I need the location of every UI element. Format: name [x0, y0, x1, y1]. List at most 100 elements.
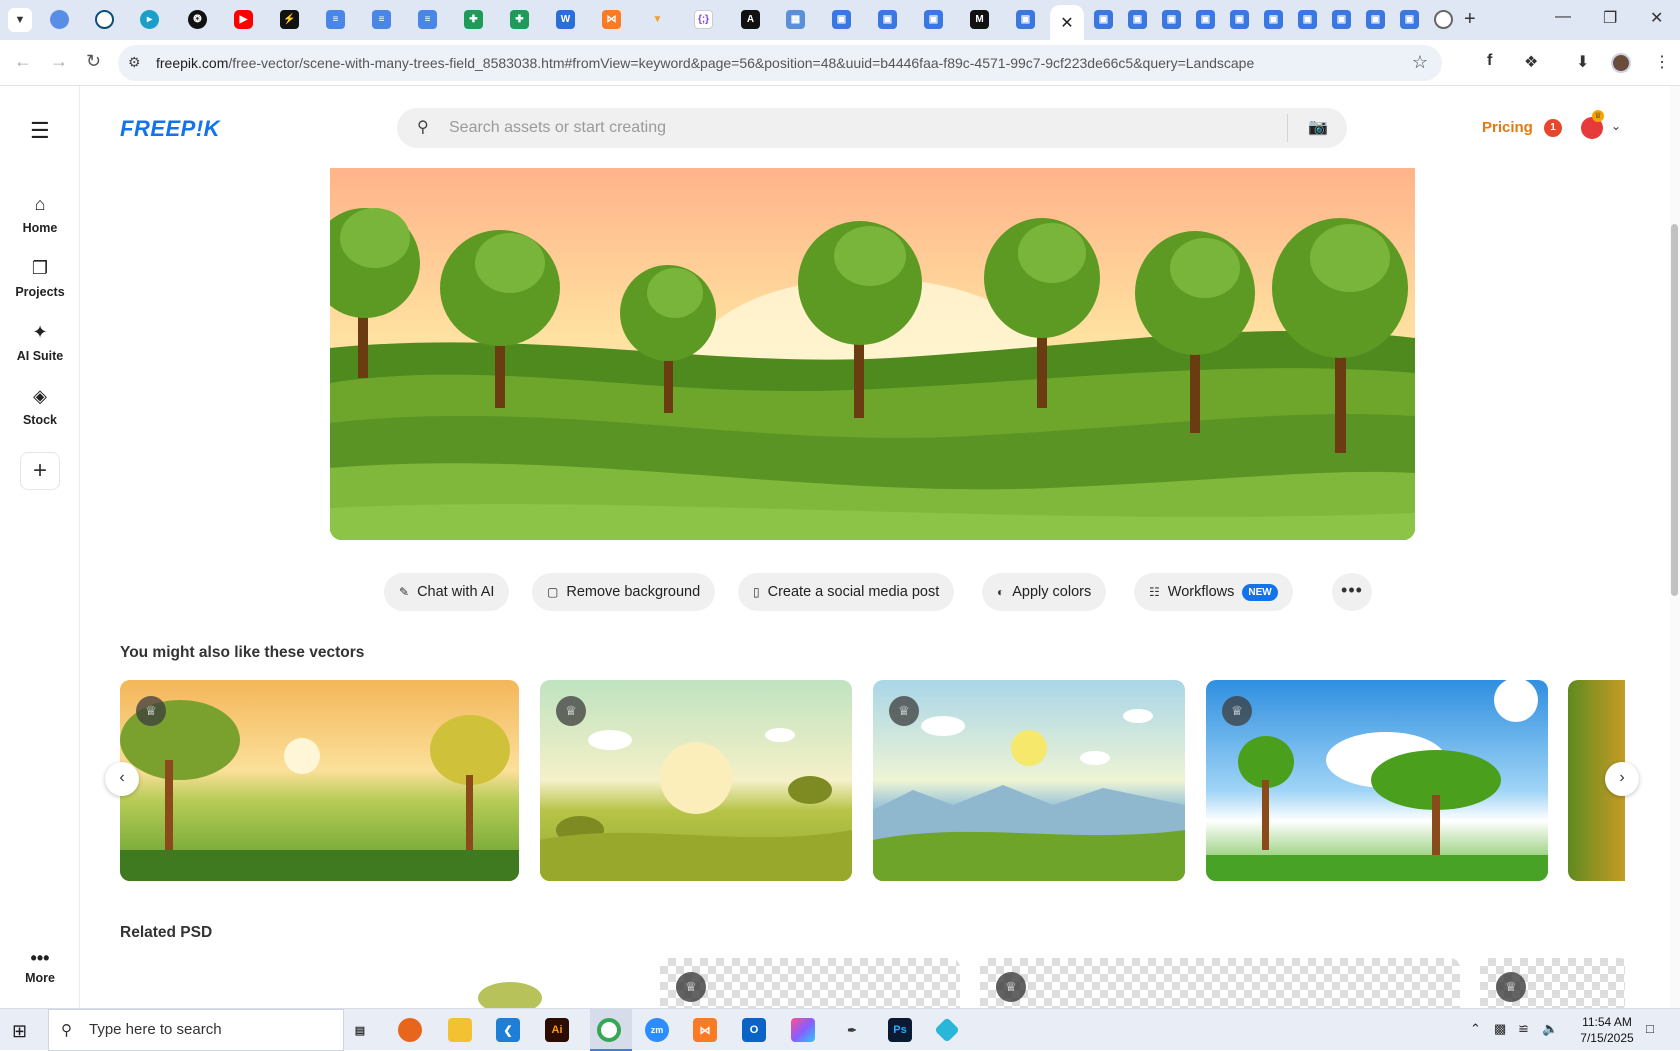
back-arrow-icon[interactable]: ← — [14, 51, 32, 72]
youtube-tab-icon[interactable]: ▶ — [234, 10, 253, 29]
vector-card[interactable]: ♕ — [120, 680, 519, 881]
bookmark-star-icon[interactable]: ☆ — [1412, 52, 1428, 73]
vector-card[interactable]: ♕ — [873, 680, 1185, 881]
freepik-logo[interactable]: FREEP!K — [120, 116, 220, 142]
firefox-icon[interactable] — [398, 1018, 422, 1042]
sheets-tab-icon[interactable]: ✚ — [464, 10, 483, 29]
medium-tab-icon[interactable]: M — [970, 10, 989, 29]
openai-tab-icon[interactable]: ❂ — [188, 10, 207, 29]
restore-icon[interactable]: ❐ — [1603, 8, 1617, 28]
carousel-next-arrow[interactable]: › — [1605, 762, 1639, 796]
new-tab-button[interactable]: + — [1464, 8, 1476, 31]
minimize-icon[interactable]: — — [1555, 8, 1571, 26]
zoom-icon[interactable]: zm — [645, 1018, 669, 1042]
extensions-puzzle-icon[interactable]: ❖ — [1524, 52, 1538, 72]
network-status-icon[interactable]: ▩ — [1494, 1021, 1506, 1037]
outlook-icon[interactable]: O — [742, 1018, 766, 1042]
forms-tab-icon[interactable]: ▣ — [878, 10, 897, 29]
forms-tab-icon[interactable]: ▣ — [1298, 10, 1317, 29]
create-social-post-button[interactable]: ▯ Create a social media post — [738, 573, 955, 611]
arrow-tab-icon[interactable]: ▸ — [140, 10, 159, 29]
chat-with-ai-button[interactable]: ✎ Chat with AI — [384, 573, 510, 611]
pen-tool-icon[interactable]: ✒ — [840, 1018, 864, 1042]
sidebar-item-more[interactable]: ••• More — [0, 948, 80, 985]
taskbar-clock[interactable]: 11:54 AM 7/15/2025 — [1562, 1014, 1652, 1046]
forms-tab-icon[interactable]: ▣ — [1128, 10, 1147, 29]
windows-start-icon[interactable]: ⊞ — [12, 1021, 27, 1042]
illustrator-icon[interactable]: Ai — [545, 1018, 569, 1042]
docs-tab-icon[interactable]: ≡ — [418, 10, 437, 29]
browser-profile-avatar[interactable] — [1611, 53, 1631, 73]
forms-tab-icon[interactable]: ▣ — [1366, 10, 1385, 29]
apply-colors-button[interactable]: ◐ Apply colors — [982, 573, 1107, 611]
bolt-tab-icon[interactable]: ⚡ — [280, 10, 299, 29]
vscode-icon[interactable]: ❮ — [496, 1018, 520, 1042]
forms-tab-icon[interactable]: ▣ — [1264, 10, 1283, 29]
psd-card[interactable]: ♕ — [980, 958, 1460, 1008]
notification-badge[interactable]: 1 — [1544, 119, 1562, 137]
chrome-icon[interactable] — [597, 1018, 621, 1042]
remove-background-button[interactable]: ▢ Remove background — [532, 573, 716, 611]
xampp-icon[interactable]: ⋈ — [693, 1018, 717, 1042]
creative-cloud-icon[interactable] — [791, 1018, 815, 1042]
forms-tab-icon[interactable]: ▣ — [1162, 10, 1181, 29]
address-bar[interactable]: ⚙ freepik.com/free-vector/scene-with-man… — [118, 45, 1442, 81]
hamburger-menu-icon[interactable]: ☰ — [30, 118, 50, 144]
more-actions-button[interactable]: ••• — [1332, 573, 1372, 611]
active-tab-close-icon[interactable]: ✕ — [1050, 5, 1084, 40]
site-settings-icon[interactable]: ⚙ — [128, 54, 141, 71]
search-input[interactable] — [449, 116, 1249, 140]
chrome-tab-icon[interactable] — [1434, 10, 1453, 29]
grid-tab-icon[interactable]: ▦ — [786, 10, 805, 29]
forms-tab-icon[interactable]: ▣ — [924, 10, 943, 29]
pricing-link[interactable]: Pricing — [1482, 119, 1533, 136]
psd-card[interactable] — [470, 980, 550, 1008]
globe-tab-icon[interactable] — [50, 10, 69, 29]
wifi-icon[interactable]: ≌ — [1518, 1021, 1529, 1037]
workflows-button[interactable]: ☷ Workflows NEW — [1134, 573, 1293, 611]
sidebar-item-ai-suite[interactable]: ✦ AI Suite — [0, 322, 80, 363]
sidebar-item-stock[interactable]: ◈ Stock — [0, 386, 80, 427]
gem-app-icon[interactable] — [934, 1017, 960, 1043]
camera-search-icon[interactable]: 📷 — [1308, 117, 1328, 137]
sidebar-item-home[interactable]: ⌂ Home — [0, 194, 80, 235]
forms-tab-icon[interactable]: ▣ — [1332, 10, 1351, 29]
page-scrollbar-thumb[interactable] — [1671, 224, 1678, 596]
reload-icon[interactable]: ↻ — [86, 51, 101, 72]
forward-arrow-icon[interactable]: → — [50, 51, 68, 72]
forms-tab-icon[interactable]: ▣ — [1400, 10, 1419, 29]
vercel-tab-icon[interactable]: ▼ — [648, 10, 667, 29]
word-tab-icon[interactable]: W — [556, 10, 575, 29]
json-tab-icon[interactable]: {;} — [694, 10, 713, 29]
taskbar-search-input[interactable] — [89, 1021, 249, 1038]
xampp-tab-icon[interactable]: ⋈ — [602, 10, 621, 29]
vector-card[interactable]: ♕ — [540, 680, 852, 881]
browser-menu-icon[interactable]: ⋮ — [1654, 52, 1670, 72]
docs-tab-icon[interactable]: ≡ — [372, 10, 391, 29]
hero-image[interactable] — [330, 168, 1415, 540]
ai-tab-icon[interactable]: A — [741, 10, 760, 29]
forms-tab-icon[interactable]: ▣ — [1196, 10, 1215, 29]
carousel-prev-arrow[interactable]: ‹ — [105, 762, 139, 796]
add-button[interactable]: + — [20, 452, 60, 490]
psd-card[interactable]: ♕ — [1480, 958, 1625, 1008]
docs-tab-icon[interactable]: ≡ — [326, 10, 345, 29]
photoshop-icon[interactable]: Ps — [888, 1018, 912, 1042]
chevron-down-icon[interactable]: ⌄ — [1611, 119, 1621, 133]
forms-tab-icon[interactable]: ▣ — [1016, 10, 1035, 29]
volume-icon[interactable]: 🔈 — [1542, 1021, 1558, 1037]
url-text[interactable]: freepik.com/free-vector/scene-with-many-… — [156, 55, 1254, 71]
file-explorer-icon[interactable] — [448, 1018, 472, 1042]
psd-card[interactable]: ♕ — [660, 958, 960, 1008]
sheets-tab-icon[interactable]: ✚ — [510, 10, 529, 29]
close-window-icon[interactable]: ✕ — [1650, 8, 1663, 28]
font-extension-icon[interactable]: f — [1487, 52, 1492, 70]
vector-card[interactable]: ♕ — [1206, 680, 1548, 881]
tab-search-button[interactable]: ▼ — [8, 8, 32, 32]
download-icon[interactable]: ⬇ — [1576, 52, 1589, 72]
vpn-tab-icon[interactable] — [95, 10, 114, 29]
task-view-icon[interactable]: ▤ — [348, 1018, 372, 1042]
tray-chevron-icon[interactable]: ⌃ — [1470, 1021, 1481, 1037]
forms-tab-icon[interactable]: ▣ — [832, 10, 851, 29]
forms-tab-icon[interactable]: ▣ — [1094, 10, 1113, 29]
